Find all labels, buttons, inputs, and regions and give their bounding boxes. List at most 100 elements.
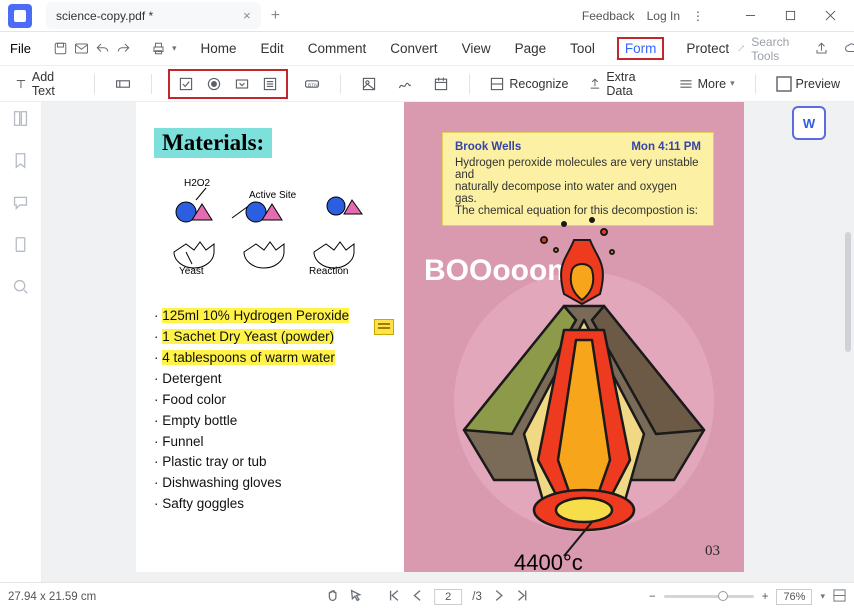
- thumbnails-icon[interactable]: [12, 110, 29, 132]
- ingredients-list: · 125ml 10% Hydrogen Peroxide · 1 Sachet…: [154, 306, 394, 515]
- undo-icon[interactable]: [95, 38, 110, 60]
- menu-view[interactable]: View: [460, 37, 493, 60]
- list-item: Empty bottle: [162, 413, 237, 428]
- more-button[interactable]: More ▾: [674, 73, 739, 95]
- first-page-icon[interactable]: [388, 589, 401, 605]
- more-lines-icon: [678, 76, 694, 92]
- kebab-icon[interactable]: ⋮: [692, 9, 704, 23]
- file-menu[interactable]: File: [8, 37, 33, 60]
- share-icon[interactable]: [810, 38, 832, 60]
- document-canvas[interactable]: W Materials: H2O2 Active Site: [42, 102, 854, 582]
- signature-tool[interactable]: [393, 73, 417, 95]
- menu-protect[interactable]: Protect: [684, 37, 731, 60]
- redo-icon[interactable]: [116, 38, 131, 60]
- zoom-value[interactable]: 76%: [776, 589, 812, 605]
- text-field-tool[interactable]: [111, 73, 135, 95]
- titlebar: science-copy.pdf * × + Feedback Log In ⋮: [0, 0, 854, 32]
- search-tools[interactable]: Search Tools: [737, 35, 794, 63]
- menu-convert[interactable]: Convert: [388, 37, 439, 60]
- zoom-out-icon[interactable]: −: [649, 591, 656, 603]
- select-tool-icon[interactable]: [349, 589, 362, 605]
- page-number: 03: [705, 543, 720, 560]
- attachments-icon[interactable]: [12, 236, 29, 258]
- zoom-dropdown-icon[interactable]: ▾: [820, 591, 825, 602]
- menu-tool[interactable]: Tool: [568, 37, 597, 60]
- radio-tool[interactable]: [204, 74, 224, 94]
- menu-home[interactable]: Home: [198, 37, 238, 60]
- listbox-tool[interactable]: [260, 74, 280, 94]
- list-item: 1 Sachet Dry Yeast (powder): [162, 329, 334, 344]
- fit-mode-icon[interactable]: [833, 589, 846, 605]
- sticky-note-icon[interactable]: [374, 319, 394, 335]
- list-item: Funnel: [162, 434, 203, 449]
- new-tab-button[interactable]: +: [271, 7, 280, 25]
- form-fields-group: [168, 69, 288, 99]
- enzyme-diagram: H2O2 Active Site: [154, 174, 394, 284]
- list-item: 125ml 10% Hydrogen Peroxide: [162, 308, 349, 323]
- extra-data-label: Extra Data: [606, 70, 657, 98]
- close-button[interactable]: [816, 4, 844, 28]
- list-item: 4 tablespoons of warm water: [162, 350, 335, 365]
- button-tool[interactable]: BTN: [300, 73, 324, 95]
- list-item: Dishwashing gloves: [162, 475, 281, 490]
- print-icon[interactable]: [151, 38, 166, 60]
- checkbox-tool[interactable]: [176, 74, 196, 94]
- recognize-button[interactable]: Recognize: [485, 73, 572, 95]
- recognize-label: Recognize: [509, 77, 568, 91]
- wand-icon: [737, 42, 745, 55]
- maximize-button[interactable]: [776, 4, 804, 28]
- materials-heading: Materials:: [154, 128, 272, 158]
- page-right-column: Brook Wells Mon 4:11 PM Hydrogen peroxid…: [404, 102, 744, 572]
- search-panel-icon[interactable]: [12, 278, 29, 300]
- app-logo: [8, 4, 32, 28]
- add-text-label: Add Text: [32, 70, 74, 98]
- prev-page-icon[interactable]: [411, 589, 424, 605]
- menubar: File ▾ Home Edit Comment Convert View Pa…: [0, 32, 854, 66]
- save-icon[interactable]: [53, 38, 68, 60]
- menu-comment[interactable]: Comment: [306, 37, 369, 60]
- cloud-icon[interactable]: [840, 38, 854, 60]
- tab-close-icon[interactable]: ×: [243, 8, 251, 23]
- login-link[interactable]: Log In: [647, 9, 680, 23]
- page-left-column: Materials: H2O2 Active Site: [136, 102, 404, 572]
- menu-page[interactable]: Page: [513, 37, 549, 60]
- print-dropdown-icon[interactable]: ▾: [172, 43, 177, 54]
- list-item: Food color: [162, 392, 226, 407]
- document-tab[interactable]: science-copy.pdf * ×: [46, 2, 261, 29]
- menu-form[interactable]: Form: [617, 37, 665, 60]
- vertical-scrollbar[interactable]: [845, 232, 851, 352]
- zoom-in-icon[interactable]: +: [762, 591, 769, 603]
- svg-text:4400°c: 4400°c: [514, 550, 583, 570]
- add-text-button[interactable]: Add Text: [10, 67, 78, 101]
- mail-icon[interactable]: [74, 38, 89, 60]
- bookmarks-icon[interactable]: [12, 152, 29, 174]
- next-page-icon[interactable]: [492, 589, 505, 605]
- menu-edit[interactable]: Edit: [259, 37, 286, 60]
- svg-text:BOOooom!: BOOooom!: [424, 254, 584, 287]
- date-tool[interactable]: [429, 73, 453, 95]
- more-label: More: [698, 77, 726, 91]
- checkbox-empty-icon: [776, 76, 792, 92]
- note-line: Hydrogen peroxide molecules are very uns…: [455, 157, 701, 181]
- label-reaction: Reaction: [309, 266, 348, 277]
- page-input[interactable]: 2: [434, 589, 462, 605]
- statusbar: 27.94 x 21.59 cm 2 /3 − + 76% ▾: [0, 582, 854, 610]
- hand-tool-icon[interactable]: [326, 589, 339, 605]
- word-export-badge[interactable]: W: [792, 106, 826, 140]
- search-placeholder: Search Tools: [751, 35, 794, 63]
- main-menu: Home Edit Comment Convert View Page Tool…: [198, 37, 731, 60]
- dropdown-tool[interactable]: [232, 74, 252, 94]
- text-t-icon: [14, 76, 28, 92]
- preview-checkbox[interactable]: Preview: [772, 73, 844, 95]
- image-field-tool[interactable]: [357, 73, 381, 95]
- note-author: Brook Wells: [455, 141, 521, 153]
- extra-data-button[interactable]: Extra Data: [584, 67, 661, 101]
- last-page-icon[interactable]: [515, 589, 528, 605]
- zoom-slider[interactable]: [664, 595, 754, 598]
- upload-icon: [588, 76, 602, 92]
- tab-filename: science-copy.pdf *: [56, 9, 153, 23]
- page-total: /3: [472, 591, 482, 603]
- feedback-link[interactable]: Feedback: [582, 9, 635, 23]
- comments-icon[interactable]: [12, 194, 29, 216]
- minimize-button[interactable]: [736, 4, 764, 28]
